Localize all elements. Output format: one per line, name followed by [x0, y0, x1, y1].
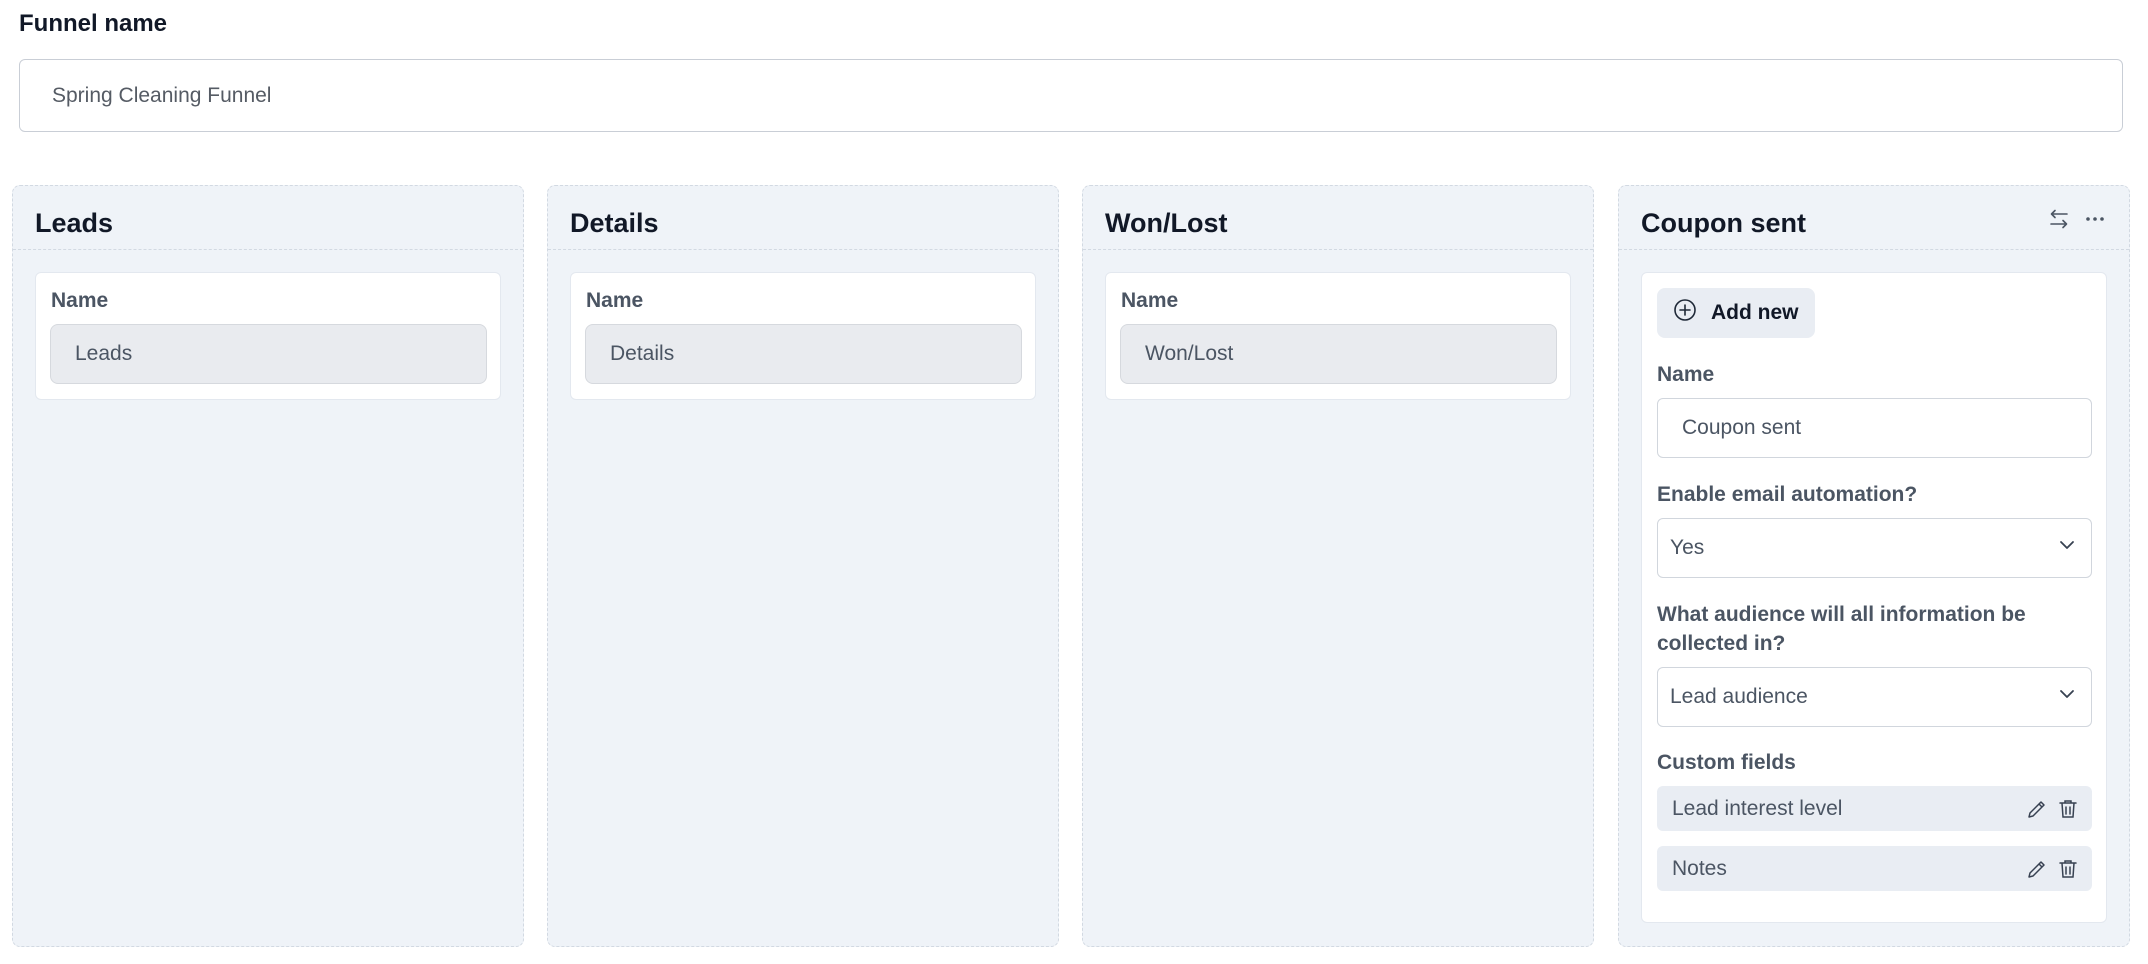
trash-icon[interactable] — [2058, 798, 2078, 820]
custom-field-item: Lead interest level — [1657, 786, 2092, 831]
column-leads: Leads Name — [12, 185, 524, 947]
column-header: Won/Lost — [1083, 186, 1593, 250]
email-automation-select[interactable]: Yes — [1657, 518, 2092, 578]
add-new-button[interactable]: Add new — [1657, 288, 1815, 338]
custom-field-label: Lead interest level — [1672, 796, 1843, 820]
chevron-down-icon — [2057, 684, 2077, 710]
column-header: Details — [548, 186, 1058, 250]
column-coupon-sent: Coupon sent Add new Name Coupon sent Ena… — [1618, 185, 2130, 947]
funnel-name-input[interactable] — [19, 59, 2123, 132]
trash-icon[interactable] — [2058, 858, 2078, 880]
stage-edit-card: Add new Name Enable email automation? Ye… — [1641, 272, 2107, 923]
name-label: Name — [1121, 289, 1179, 312]
more-horizontal-icon[interactable] — [2083, 208, 2107, 230]
pencil-icon[interactable] — [2026, 858, 2048, 880]
swap-arrows-icon[interactable] — [2047, 208, 2071, 230]
custom-field-label: Notes — [1672, 856, 1727, 880]
plus-circle-icon — [1673, 298, 1697, 328]
name-label: Name — [586, 289, 644, 312]
column-header: Leads — [13, 186, 523, 250]
audience-label: What audience will all information be co… — [1657, 603, 2026, 655]
audience-value: Lead audience — [1670, 685, 1808, 708]
stage-card: Name — [1105, 272, 1571, 400]
column-won-lost: Won/Lost Name — [1082, 185, 1594, 947]
name-input — [585, 324, 1022, 384]
column-title: Leads — [35, 208, 114, 238]
name-input — [1120, 324, 1557, 384]
audience-select[interactable]: Lead audience — [1657, 667, 2092, 727]
add-new-label: Add new — [1711, 301, 1799, 324]
column-details: Details Name — [547, 185, 1059, 947]
stage-card: Name — [35, 272, 501, 400]
custom-field-actions — [2026, 858, 2078, 880]
custom-fields-label: Custom fields — [1657, 751, 1796, 774]
pencil-icon[interactable] — [2026, 798, 2048, 820]
email-automation-label: Enable email automation? — [1657, 483, 1918, 506]
name-label: Name — [51, 289, 109, 312]
name-input — [50, 324, 487, 384]
name-label: Name — [1657, 363, 1715, 386]
custom-field-actions — [2026, 798, 2078, 820]
name-input[interactable] — [1657, 398, 2092, 458]
chevron-down-icon — [2057, 535, 2077, 561]
column-title: Won/Lost — [1105, 208, 1228, 238]
email-automation-value: Yes — [1670, 536, 1705, 559]
column-title: Coupon sent — [1641, 208, 1806, 238]
column-header: Coupon sent — [1619, 186, 2129, 250]
funnel-name-label: Funnel name — [19, 10, 168, 37]
custom-field-item: Notes — [1657, 846, 2092, 891]
stage-card: Name — [570, 272, 1036, 400]
column-actions — [2047, 208, 2107, 230]
column-title: Details — [570, 208, 659, 238]
